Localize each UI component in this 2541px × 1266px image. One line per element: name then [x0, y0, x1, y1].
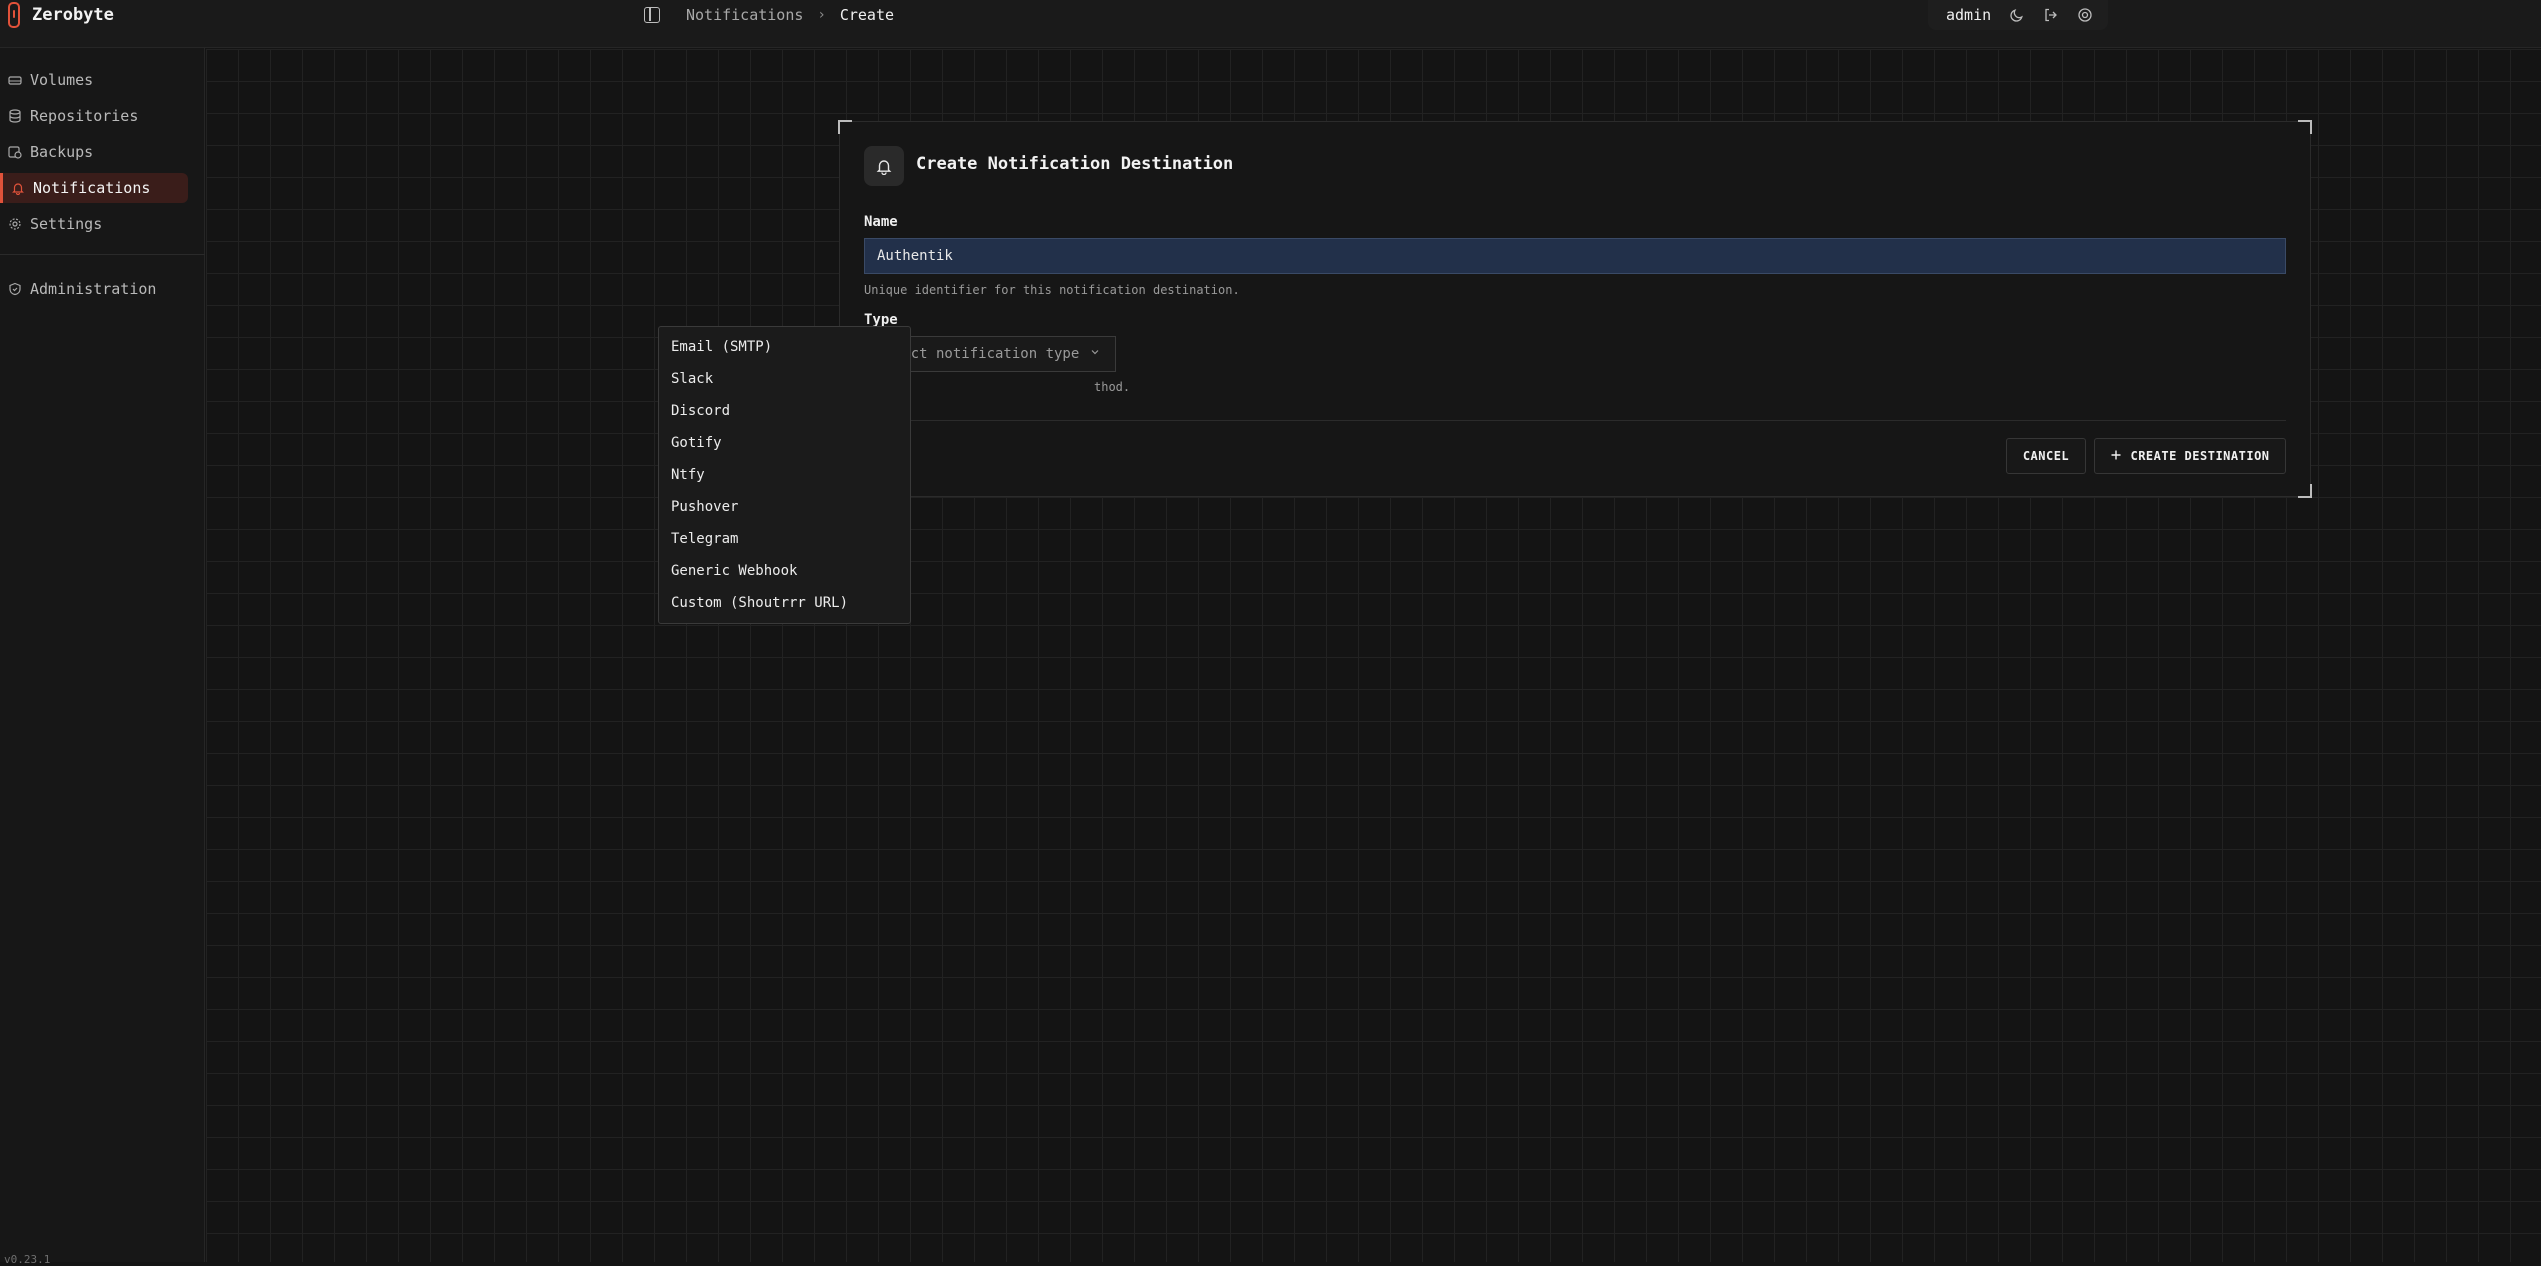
sidebar-item-label: Repositories	[30, 107, 139, 125]
card-divider	[864, 420, 2286, 421]
sidebar-item-settings[interactable]: Settings	[0, 209, 188, 239]
top-bar: Zerobyte Notifications › Create admin	[0, 0, 2541, 48]
sidebar-item-label: Volumes	[30, 71, 94, 89]
username: admin	[1946, 6, 1992, 24]
logout-icon[interactable]	[2043, 7, 2059, 23]
type-option-telegram[interactable]: Telegram	[659, 523, 910, 555]
sidebar-toggle-icon[interactable]	[644, 7, 660, 23]
moon-icon[interactable]	[2009, 7, 2025, 23]
type-option-pushover[interactable]: Pushover	[659, 491, 910, 523]
app-name: Zerobyte	[32, 5, 114, 25]
user-controls: admin	[1928, 0, 2108, 30]
sidebar-item-label: Backups	[30, 143, 94, 161]
chevron-down-icon	[1089, 346, 1101, 362]
create-notification-card: Create Notification Destination Name Uni…	[838, 120, 2312, 498]
hard-drive-icon	[8, 73, 22, 87]
type-option-discord[interactable]: Discord	[659, 395, 910, 427]
sidebar-item-volumes[interactable]: Volumes	[0, 65, 188, 95]
type-dropdown-menu: Email (SMTP) Slack Discord Gotify Ntfy P…	[658, 326, 911, 624]
main-content: Create Notification Destination Name Uni…	[206, 49, 2541, 1262]
cancel-button[interactable]: CANCEL	[2006, 438, 2086, 474]
sidebar-item-label: Administration	[30, 280, 157, 298]
breadcrumb: Notifications › Create	[644, 3, 894, 27]
name-input[interactable]	[864, 238, 2286, 274]
sidebar-divider	[0, 254, 205, 255]
cancel-button-label: CANCEL	[2022, 449, 2070, 463]
zerobyte-logo-icon	[8, 2, 20, 28]
calendar-clock-icon	[8, 145, 22, 159]
type-help-text: thod.	[1094, 380, 1131, 394]
create-button-label: CREATE DESTINATION	[2130, 449, 2270, 463]
sidebar-item-backups[interactable]: Backups	[0, 137, 188, 167]
type-option-generic-webhook[interactable]: Generic Webhook	[659, 555, 910, 587]
sidebar-item-administration[interactable]: Administration	[0, 274, 188, 304]
breadcrumb-separator-icon: ›	[817, 7, 826, 23]
sidebar-item-label: Notifications	[33, 179, 151, 197]
sidebar-item-label: Settings	[30, 215, 103, 233]
database-icon	[8, 109, 22, 123]
gear-icon	[8, 217, 22, 231]
name-help-text: Unique identifier for this notification …	[864, 283, 1240, 297]
bell-icon	[864, 146, 904, 186]
type-option-gotify[interactable]: Gotify	[659, 427, 910, 459]
plus-icon	[2110, 449, 2122, 464]
brand[interactable]: Zerobyte	[8, 2, 114, 28]
type-option-slack[interactable]: Slack	[659, 363, 910, 395]
breadcrumb-current: Create	[839, 6, 895, 24]
app-version: v0.23.1	[4, 1253, 51, 1266]
type-option-custom-shoutrrr[interactable]: Custom (Shoutrrr URL)	[659, 587, 910, 619]
sidebar-item-repositories[interactable]: Repositories	[0, 101, 188, 131]
type-option-ntfy[interactable]: Ntfy	[659, 459, 910, 491]
create-destination-button[interactable]: CREATE DESTINATION	[2094, 438, 2286, 474]
name-label: Name	[864, 214, 898, 230]
bell-icon	[11, 181, 25, 195]
page-title: Create Notification Destination	[916, 154, 1234, 174]
sidebar-item-notifications[interactable]: Notifications	[0, 173, 188, 203]
type-option-email[interactable]: Email (SMTP)	[659, 331, 910, 363]
sidebar: Volumes Repositories Backups Notificatio…	[0, 48, 205, 1266]
breadcrumb-notifications-link[interactable]: Notifications	[686, 6, 803, 24]
shield-icon	[8, 282, 22, 296]
help-icon[interactable]	[2077, 7, 2093, 23]
